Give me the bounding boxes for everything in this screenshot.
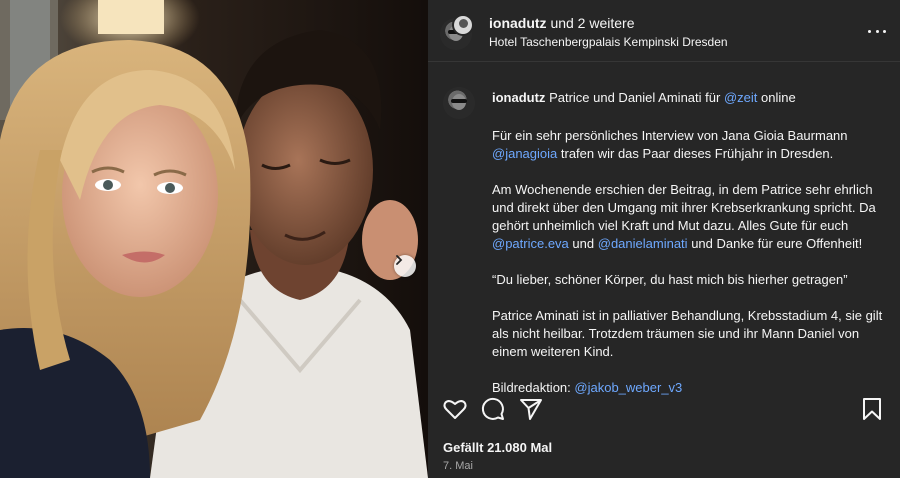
collaborators-link[interactable]: und 2 weitere <box>550 15 634 31</box>
owner-line: ionadutz und 2 weitere <box>489 15 635 31</box>
caption-paragraph-2: Für ein sehr persönliches Interview von … <box>492 127 892 163</box>
caption-credit: Bildredaktion: @jakob_weber_v3 <box>492 379 892 397</box>
post-side-panel: ionadutz und 2 weitere Hotel Taschenberg… <box>428 0 900 478</box>
p2-post: trafen wir das Paar dieses Frühjahr in D… <box>560 146 834 161</box>
mention-jakob-weber[interactable]: @jakob_weber_v3 <box>574 380 682 395</box>
caption-username[interactable]: ionadutz <box>492 90 545 105</box>
caption-paragraph-3: Am Wochenende erschien der Beitrag, in d… <box>492 181 892 253</box>
post-date[interactable]: 7. Mai <box>443 460 473 472</box>
more-options-icon[interactable] <box>868 24 886 38</box>
caption-paragraph-5: Patrice Aminati ist in palliativer Behan… <box>492 308 883 359</box>
couple-photo-illustration <box>0 0 428 478</box>
caption-quote: “Du lieber, schöner Körper, du hast mich… <box>492 272 848 287</box>
collaborator-avatar[interactable] <box>452 14 474 36</box>
p3-text: Am Wochenende erschien der Beitrag, in d… <box>492 182 876 233</box>
mention-patrice[interactable]: @patrice.eva <box>492 236 569 251</box>
mention-zeit[interactable]: @zeit <box>724 90 757 105</box>
avatar-glasses <box>451 99 467 103</box>
chevron-right-icon <box>396 255 403 265</box>
credit-label: Bildredaktion: <box>492 380 571 395</box>
p2-text: Für ein sehr persönliches Interview von … <box>492 128 848 143</box>
caption-line1-text: Patrice und Daniel Aminati für <box>549 90 721 105</box>
dot <box>875 29 879 33</box>
location-link[interactable]: Hotel Taschenbergpalais Kempinski Dresde… <box>489 35 728 49</box>
post-photo[interactable] <box>0 0 428 478</box>
caption-area: ionadutz Patrice und Daniel Aminati für … <box>428 62 900 395</box>
mention-janagioia[interactable]: @janagioia <box>492 146 557 161</box>
bookmark-icon[interactable] <box>859 396 885 422</box>
heart-icon[interactable] <box>442 396 468 422</box>
p3-mid: und <box>572 236 595 251</box>
mention-danielaminati[interactable]: @danielaminati <box>598 236 688 251</box>
comment-icon[interactable] <box>480 396 506 422</box>
next-photo-button[interactable] <box>394 255 416 277</box>
paper-plane-icon[interactable] <box>518 396 544 422</box>
likes-count[interactable]: Gefällt 21.080 Mal <box>443 440 552 455</box>
caption-line-1: ionadutz Patrice und Daniel Aminati für … <box>492 89 892 107</box>
owner-username[interactable]: ionadutz <box>489 15 547 31</box>
p3-post: und Danke für eure Offenheit! <box>691 236 863 251</box>
caption-line1-post: online <box>761 90 796 105</box>
caption-avatar[interactable] <box>443 87 475 119</box>
action-bar <box>428 396 900 426</box>
caption-text: ionadutz Patrice und Daniel Aminati für … <box>492 89 892 415</box>
dot <box>868 29 871 33</box>
instagram-post: ionadutz und 2 weitere Hotel Taschenberg… <box>0 0 900 478</box>
dot <box>883 29 886 33</box>
post-header: ionadutz und 2 weitere Hotel Taschenberg… <box>428 0 900 62</box>
